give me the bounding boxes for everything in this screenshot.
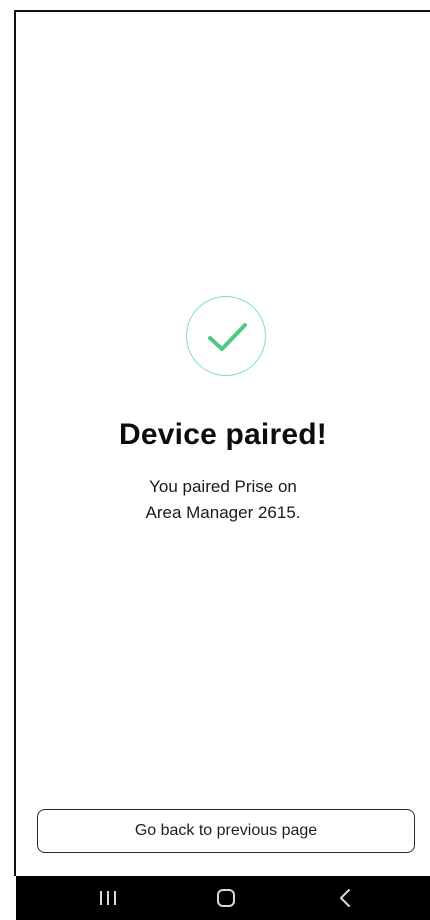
recent-apps-icon[interactable]: [78, 876, 138, 920]
success-title: Device paired!: [119, 418, 327, 451]
success-message: You paired Prise on Area Manager 2615.: [16, 474, 430, 526]
success-message-line-1: You paired Prise on: [149, 477, 297, 496]
checkmark-circle-icon: [186, 296, 266, 376]
checkmark-icon: [208, 323, 247, 351]
system-navigation-bar: [16, 876, 430, 920]
back-arrow-icon[interactable]: [316, 876, 376, 920]
go-back-button[interactable]: Go back to previous page: [37, 809, 415, 853]
home-icon[interactable]: [196, 876, 256, 920]
success-message-line-2: Area Manager 2615.: [145, 503, 301, 522]
pairing-success-screen: Device paired! You paired Prise on Area …: [0, 0, 430, 920]
